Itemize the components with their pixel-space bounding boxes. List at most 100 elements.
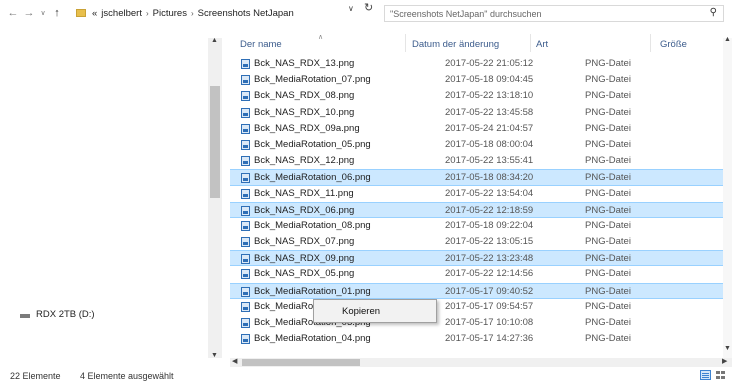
scroll-up-icon[interactable]: ▲ <box>211 37 218 44</box>
scroll-right-icon[interactable]: ▶ <box>722 357 727 365</box>
up-arrow-icon[interactable]: ↑ <box>50 5 64 21</box>
file-date: 2017-05-18 09:04:45 <box>445 74 534 86</box>
file-row[interactable]: Bck_MediaRotation_07.png 2017-05-18 09:04… <box>230 72 723 88</box>
selection-count: 4 Elemente ausgewählt <box>80 371 174 381</box>
file-name: Bck_NAS_RDX_05.png <box>254 268 355 280</box>
status-bar: 22 Elemente 4 Elemente ausgewählt <box>0 368 732 383</box>
file-row[interactable]: Bck_NAS_RDX_08.png 2017-05-22 13:18:10 PNG… <box>230 88 723 104</box>
file-name: Bck_MediaRotation_05.png <box>254 138 371 150</box>
search-input[interactable]: "Screenshots NetJapan" durchsuchen ⚲ <box>384 5 724 22</box>
nav-item-drive[interactable]: RDX 2TB (D:) <box>20 307 95 321</box>
column-header-name[interactable]: Der name <box>240 39 282 50</box>
chevron-down-icon[interactable]: ∨ <box>36 5 50 21</box>
column-divider[interactable] <box>530 34 531 52</box>
address-dropdown-icon[interactable]: ∨ <box>348 4 354 13</box>
file-date: 2017-05-17 10:10:08 <box>445 317 534 328</box>
file-row[interactable]: Bck_NAS_RDX_10.png 2017-05-22 13:45:58 PNG… <box>230 105 723 121</box>
file-date: 2017-05-17 09:40:52 <box>445 285 534 297</box>
file-type: PNG-Datei <box>585 253 631 265</box>
file-row[interactable]: Bck_MediaRotation_06.png 2017-05-18 08:34… <box>230 169 723 186</box>
png-file-icon <box>241 156 250 167</box>
breadcrumb-item[interactable]: Screenshots NetJapan <box>198 8 294 19</box>
file-row[interactable]: Bck_MediaRotation_04.png 2017-05-17 14:27… <box>230 331 723 347</box>
file-type: PNG-Datei <box>585 300 631 312</box>
file-date: 2017-05-22 13:55:41 <box>445 155 534 167</box>
column-divider[interactable] <box>650 34 651 52</box>
address-bar[interactable]: « jschelbert › Pictures › Screenshots Ne… <box>76 4 378 22</box>
back-arrow-icon[interactable]: ← <box>6 5 20 21</box>
file-name: Bck_NAS_RDX_09.png <box>254 253 355 265</box>
file-type: PNG-Datei <box>585 268 631 280</box>
breadcrumb-item[interactable]: Pictures <box>153 8 187 19</box>
file-type: PNG-Datei <box>585 333 631 345</box>
large-icons-view-icon[interactable] <box>716 371 726 380</box>
file-date: 2017-05-22 13:05:15 <box>445 236 534 248</box>
file-row[interactable]: Bck_NAS_RDX_11.png 2017-05-22 13:54:04 PNG… <box>230 186 723 202</box>
file-date: 2017-05-22 13:45:58 <box>445 106 534 118</box>
context-menu-copy[interactable]: Kopieren <box>318 303 432 320</box>
scroll-down-icon[interactable]: ▼ <box>211 352 218 359</box>
file-type: PNG-Datei <box>585 138 631 150</box>
horizontal-scrollbar-thumb[interactable] <box>242 359 360 366</box>
breadcrumb-item[interactable]: jschelbert <box>101 8 142 19</box>
file-name: Bck_MediaRotation_01.png <box>254 285 371 297</box>
file-name: Bck_NAS_RDX_13.png <box>254 58 355 69</box>
file-row[interactable]: Bck_MediaRotation_05.png 2017-05-18 08:00… <box>230 137 723 153</box>
column-header-size[interactable]: Größe <box>660 39 687 50</box>
column-divider[interactable] <box>405 34 406 52</box>
png-file-icon <box>241 123 250 134</box>
chevron-right-icon[interactable]: › <box>146 9 149 18</box>
file-date: 2017-05-22 12:18:59 <box>445 204 534 216</box>
drive-label: RDX 2TB (D:) <box>36 308 95 320</box>
file-date: 2017-05-22 21:05:12 <box>445 58 534 69</box>
png-file-icon <box>241 220 250 231</box>
file-row[interactable]: Bck_NAS_RDX_09.png 2017-05-22 13:23:48 PNG… <box>230 250 723 267</box>
file-row[interactable]: Bck_MediaRotation_02.png2017-05-17 09:54… <box>230 299 723 315</box>
png-file-icon <box>241 91 250 102</box>
png-file-icon <box>241 188 250 199</box>
file-row[interactable]: Bck_MediaRotation_01.png 2017-05-17 09:40… <box>230 282 723 299</box>
file-type: PNG-Datei <box>585 285 631 297</box>
nav-scrollbar-thumb[interactable] <box>210 86 220 198</box>
file-row[interactable]: Bck_NAS_RDX_09a.png 2017-05-24 21:04:57 PN… <box>230 121 723 137</box>
file-type: PNG-Datei <box>585 172 631 184</box>
search-icon[interactable]: ⚲ <box>710 7 717 18</box>
png-file-icon <box>241 75 250 86</box>
png-file-icon <box>241 286 250 297</box>
file-row[interactable]: Bck_NAS_RDX_05.png 2017-05-22 12:14:56 PNG… <box>230 266 723 282</box>
file-row[interactable]: Bck_MediaRotation_08.png 2017-05-18 09:22… <box>230 218 723 234</box>
file-name: Bck_MediaRotation_06.png <box>254 172 371 184</box>
file-type: PNG-Datei <box>585 106 631 118</box>
chevron-right-icon[interactable]: › <box>191 9 194 18</box>
png-file-icon <box>241 318 250 328</box>
details-view-icon[interactable] <box>700 370 711 380</box>
search-placeholder: "Screenshots NetJapan" durchsuchen <box>390 8 542 19</box>
file-list: Bck_NAS_RDX_13.png 2017-05-22 21:05:12 PNG… <box>230 56 723 347</box>
refresh-icon[interactable]: ↻ <box>364 1 373 14</box>
scroll-up-icon[interactable]: ▲ <box>724 36 731 43</box>
file-name: Bck_NAS_RDX_09a.png <box>254 122 360 134</box>
file-row[interactable]: Bck_NAS_RDX_07.png 2017-05-22 13:05:15 PNG… <box>230 234 723 250</box>
column-header-type[interactable]: Art <box>536 39 548 50</box>
file-name: Bck_NAS_RDX_10.png <box>254 106 355 118</box>
file-row[interactable]: Bck_NAS_RDX_06.png 2017-05-22 12:18:59 PNG… <box>230 201 723 218</box>
file-row[interactable]: Bck_NAS_RDX_12.png 2017-05-22 13:55:41 PNG… <box>230 153 723 169</box>
file-row[interactable]: Bck_NAS_RDX_13.png 2017-05-22 21:05:12 PNG… <box>230 56 723 72</box>
file-name: Bck_NAS_RDX_08.png <box>254 90 355 102</box>
scroll-down-icon[interactable]: ▼ <box>724 345 731 352</box>
content-scrollbar[interactable] <box>723 38 732 358</box>
file-date: 2017-05-22 13:54:04 <box>445 187 534 199</box>
breadcrumb-overflow[interactable]: « <box>92 8 97 19</box>
context-menu: Kopieren <box>313 299 437 323</box>
column-header-date[interactable]: Datum der änderung <box>412 39 499 50</box>
png-file-icon <box>241 254 250 265</box>
forward-arrow-icon[interactable]: → <box>22 5 36 21</box>
scroll-left-icon[interactable]: ◀ <box>232 357 237 365</box>
file-type: PNG-Datei <box>585 58 631 69</box>
file-name: Bck_NAS_RDX_12.png <box>254 155 355 167</box>
file-name: Bck_NAS_RDX_06.png <box>254 204 355 216</box>
png-file-icon <box>241 59 250 69</box>
png-file-icon <box>241 334 250 345</box>
file-type: PNG-Datei <box>585 122 631 134</box>
file-row[interactable]: Bck_MediaRotation_03.png2017-05-17 10:10… <box>230 315 723 331</box>
